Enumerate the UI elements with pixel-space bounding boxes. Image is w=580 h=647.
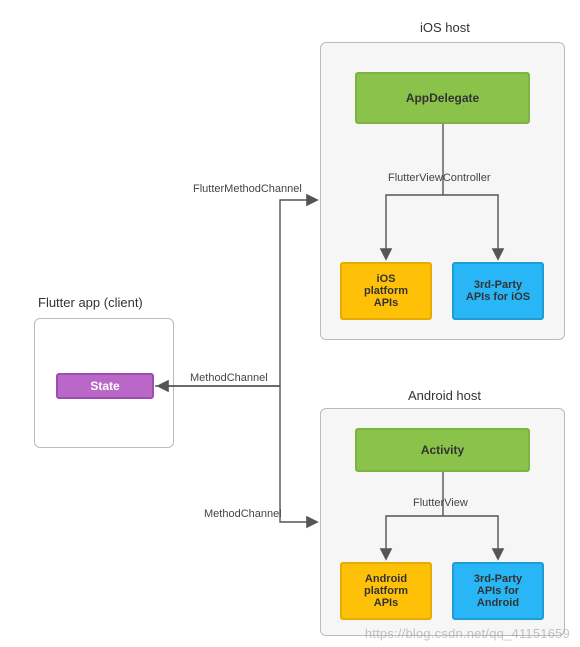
- fluttermethodchannel-label: FlutterMethodChannel: [193, 183, 302, 195]
- ios-host-title: iOS host: [420, 20, 470, 35]
- android-platform-apis-label: Android platform APIs: [364, 573, 408, 609]
- android-thirdparty-node: 3rd-Party APIs for Android: [452, 562, 544, 620]
- ios-thirdparty-label: 3rd-Party APIs for iOS: [466, 279, 530, 303]
- ios-thirdparty-node: 3rd-Party APIs for iOS: [452, 262, 544, 320]
- state-label: State: [90, 379, 119, 393]
- activity-node: Activity: [355, 428, 530, 472]
- appdelegate-node: AppDelegate: [355, 72, 530, 124]
- activity-label: Activity: [421, 443, 464, 457]
- android-platform-apis-node: Android platform APIs: [340, 562, 432, 620]
- android-thirdparty-label: 3rd-Party APIs for Android: [474, 573, 522, 609]
- state-node: State: [56, 373, 154, 399]
- ios-platform-apis-label: iOS platform APIs: [364, 273, 408, 309]
- methodchannel-middle-label: MethodChannel: [190, 372, 268, 384]
- flutterview-label: FlutterView: [413, 497, 468, 509]
- methodchannel-android-label: MethodChannel: [204, 508, 282, 520]
- ios-platform-apis-node: iOS platform APIs: [340, 262, 432, 320]
- watermark-text: https://blog.csdn.net/qq_41151659: [365, 626, 570, 641]
- android-host-title: Android host: [408, 388, 481, 403]
- flutterviewcontroller-label: FlutterViewController: [388, 172, 491, 184]
- appdelegate-label: AppDelegate: [406, 91, 479, 105]
- client-title: Flutter app (client): [38, 295, 143, 310]
